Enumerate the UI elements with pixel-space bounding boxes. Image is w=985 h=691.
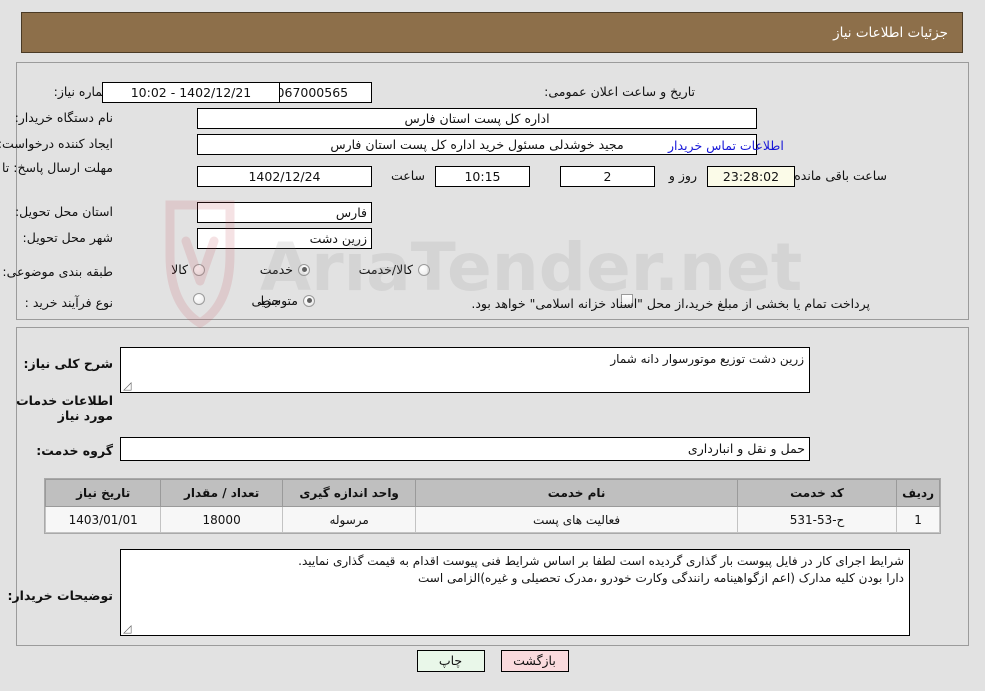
category-label: طبقه بندی موضوعی: — [2, 264, 113, 279]
process-label: نوع فرآیند خرید : — [24, 295, 113, 310]
category-option-khedmat[interactable]: خدمت — [260, 262, 310, 277]
deadline-time-value: 10:15 — [435, 166, 530, 187]
th-unit: واحد اندازه گیری — [281, 479, 417, 507]
print-button[interactable]: چاپ — [416, 650, 485, 672]
resize-grip-icon-notes[interactable]: ◺ — [123, 622, 133, 635]
announce-datetime-value: 1402/12/21 - 10:02 — [102, 82, 280, 103]
back-button[interactable]: بازگشت — [500, 650, 569, 672]
city-label: شهر محل تحویل: — [22, 230, 113, 245]
cell-service-code: ح-53-531 — [736, 506, 898, 533]
buyer-org-label-wrap: نام دستگاه خریدار: — [15, 110, 113, 125]
service-group-value: حمل و نقل و انبارداری — [120, 437, 810, 461]
category-option-label-0: کالا — [171, 262, 188, 277]
services-table-wrap: ردیف کد خدمت نام خدمت واحد اندازه گیری ت… — [44, 478, 941, 534]
resize-grip-icon[interactable]: ◺ — [123, 379, 133, 392]
deadline-label-wrap: مهلت ارسال پاسخ: تا تاریخ: — [0, 160, 113, 175]
table-row: 1 ح-53-531 فعالیت های پست مرسوله 18000 1… — [44, 506, 940, 533]
radio-kala[interactable] — [193, 263, 205, 276]
cell-need-date: 1403/01/01 — [44, 506, 162, 533]
service-group-label: گروه خدمت: — [36, 443, 113, 458]
category-option-kala-khedmat[interactable]: کالا/خدمت — [359, 262, 430, 277]
th-row-no: ردیف — [896, 479, 940, 507]
th-quantity: تعداد / مقدار — [160, 479, 283, 507]
days-label: روز و — [668, 168, 697, 183]
province-label: استان محل تحویل: — [14, 204, 113, 219]
th-need-date: تاریخ نیاز — [44, 479, 162, 507]
announce-datetime-label: تاریخ و ساعت اعلان عمومی: — [544, 84, 695, 99]
services-section-title: اطلاعات خدمات مورد نیاز — [16, 393, 113, 423]
remaining-days-value: 2 — [560, 166, 655, 187]
radio-kala-khedmat[interactable] — [418, 263, 430, 276]
general-desc-label: شرح کلی نیاز: — [23, 356, 113, 371]
buyer-contact-link[interactable]: اطلاعات تماس خریدار — [668, 138, 784, 153]
page-title: جزئیات اطلاعات نیاز — [833, 24, 948, 41]
hour-label: ساعت — [390, 168, 425, 183]
cell-unit: مرسوله — [281, 506, 417, 533]
category-label-wrap: طبقه بندی موضوعی: — [2, 264, 113, 279]
cell-service-name: فعالیت های پست — [415, 506, 738, 533]
radio-khedmat[interactable] — [298, 263, 310, 276]
announce-datetime-label-wrap: تاریخ و ساعت اعلان عمومی: — [544, 84, 695, 99]
page-title-bar: جزئیات اطلاعات نیاز — [21, 12, 963, 53]
city-value: زرین دشت — [197, 228, 372, 249]
deadline-date-value: 1402/12/24 — [197, 166, 372, 187]
province-label-wrap: استان محل تحویل: — [15, 204, 113, 219]
buyer-notes-line-2: دارا بودن کلیه مدارک (اعم ازگواهینامه را… — [417, 571, 904, 585]
city-label-wrap: شهر محل تحویل: — [23, 230, 113, 245]
requester-label-wrap: ایجاد کننده درخواست: — [0, 136, 113, 151]
buyer-notes-label: توضیحات خریدار: — [7, 588, 113, 603]
treasury-note: پرداخت تمام یا بخشی از مبلغ خرید،از محل … — [471, 296, 870, 311]
process-label-wrap: نوع فرآیند خرید : — [25, 295, 113, 310]
page-root: AriaTender.net جزئیات اطلاعات نیاز شماره… — [0, 0, 985, 691]
requester-label: ایجاد کننده درخواست: — [0, 136, 113, 151]
deadline-label: مهلت ارسال پاسخ: تا تاریخ: — [0, 160, 113, 175]
countdown-timer: 23:28:02 — [707, 166, 795, 187]
general-desc-textarea[interactable]: زرین دشت توزیع موتورسوار دانه شمار ◺ — [120, 347, 810, 393]
cell-quantity: 18000 — [160, 506, 283, 533]
buyer-notes-line-1: شرایط اجرای کار در فایل پیوست بار گذاری … — [298, 554, 904, 568]
th-service-code: کد خدمت — [736, 479, 898, 507]
buyer-org-label: نام دستگاه خریدار: — [14, 110, 113, 125]
remaining-hours-label: ساعت باقی مانده — [794, 168, 887, 183]
buyer-org-value: اداره کل پست استان فارس — [197, 108, 757, 129]
footer-button-bar: بازگشت چاپ — [0, 650, 985, 672]
province-value: فارس — [197, 202, 372, 223]
buyer-notes-textarea[interactable]: شرایط اجرای کار در فایل پیوست بار گذاری … — [120, 549, 910, 636]
services-table: ردیف کد خدمت نام خدمت واحد اندازه گیری ت… — [44, 479, 940, 533]
cell-row-no: 1 — [896, 506, 940, 533]
table-header-row: ردیف کد خدمت نام خدمت واحد اندازه گیری ت… — [44, 479, 940, 507]
general-desc-value: زرین دشت توزیع موتورسوار دانه شمار — [610, 352, 804, 366]
category-option-kala[interactable]: کالا — [171, 262, 205, 277]
category-option-label-1: خدمت — [259, 262, 293, 277]
category-option-label-2: کالا/خدمت — [358, 262, 413, 277]
th-service-name: نام خدمت — [415, 479, 738, 507]
